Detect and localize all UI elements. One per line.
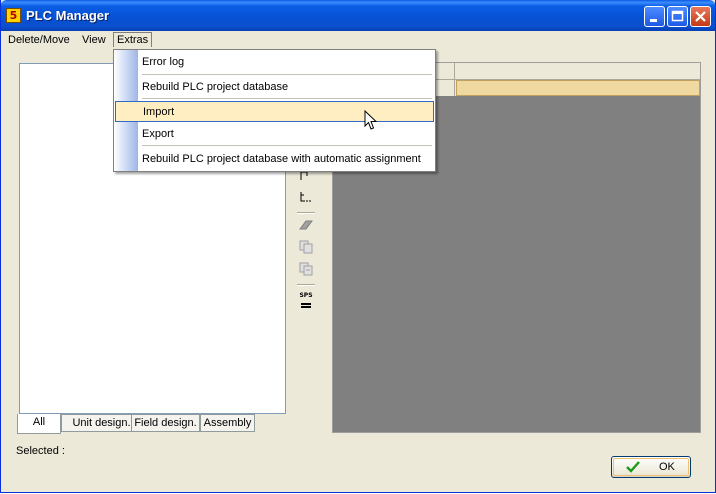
maximize-icon	[671, 10, 684, 22]
selected-label: Selected :	[16, 445, 65, 457]
menu-bar: Delete/Move View Extras	[1, 31, 715, 50]
sps-label: SPS	[299, 292, 313, 299]
extras-dropdown-menu: Error log Rebuild PLC project database I…	[113, 49, 436, 172]
title-bar[interactable]: 5 PLC Manager	[1, 0, 715, 31]
menu-item-label: Rebuild PLC project database	[142, 81, 289, 93]
menu-item-label: Import	[143, 106, 175, 118]
eraser-icon[interactable]	[298, 218, 314, 232]
window-title: PLC Manager	[26, 8, 110, 23]
tab-all[interactable]: All	[17, 414, 61, 434]
tab-field-design[interactable]: Field design.	[131, 414, 200, 432]
maximize-button[interactable]	[667, 6, 688, 27]
menu-item-import[interactable]: Import	[115, 101, 434, 122]
menu-item-label: Error log	[142, 56, 185, 68]
menu-view[interactable]: View	[82, 34, 106, 46]
ok-button[interactable]: OK	[611, 456, 691, 478]
close-icon	[695, 11, 706, 22]
menu-separator	[142, 145, 432, 146]
menu-item-rebuild-database[interactable]: Rebuild PLC project database	[114, 76, 435, 97]
menu-delete-move[interactable]: Delete/Move	[8, 34, 70, 46]
sps-bars-icon	[301, 303, 311, 308]
app-icon: 5	[6, 8, 21, 23]
toolbar-separator	[297, 284, 315, 286]
ok-focus-ring	[613, 458, 689, 476]
sps-icon[interactable]: SPS	[298, 292, 314, 308]
ok-label: OK	[659, 461, 675, 473]
menu-item-label: Rebuild PLC project database with automa…	[142, 153, 421, 165]
close-button[interactable]	[690, 6, 711, 27]
tab-unit-design[interactable]: Unit design.	[61, 414, 142, 432]
paste-icon[interactable]	[298, 262, 314, 276]
menu-separator	[142, 98, 432, 99]
minimize-icon	[650, 19, 657, 22]
tab-assembly[interactable]: Assembly	[200, 414, 255, 432]
minimize-button[interactable]	[644, 6, 665, 27]
mouse-pointer-icon	[364, 110, 378, 130]
grid-cell-highlighted[interactable]	[456, 80, 700, 96]
menu-item-label: Export	[142, 128, 174, 140]
plc-manager-window: 5 PLC Manager Delete/Move View Extras Al…	[0, 0, 716, 493]
checkmark-icon	[626, 461, 640, 473]
copy-icon[interactable]	[298, 240, 314, 254]
menu-item-export[interactable]: Export	[114, 123, 435, 144]
menu-item-error-log[interactable]: Error log	[114, 51, 435, 72]
tree-indent-icon[interactable]	[298, 190, 314, 204]
menu-separator	[142, 74, 432, 75]
toolbar-separator	[297, 212, 315, 214]
menu-extras[interactable]: Extras	[113, 32, 153, 47]
menu-item-rebuild-auto-assign[interactable]: Rebuild PLC project database with automa…	[114, 148, 435, 169]
